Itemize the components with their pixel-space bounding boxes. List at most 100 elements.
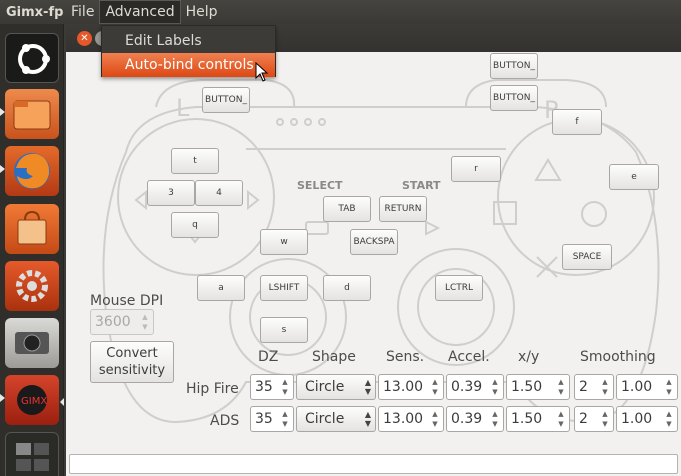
running-indicator bbox=[0, 108, 5, 116]
dz-header: DZ bbox=[258, 349, 279, 365]
running-indicator bbox=[0, 165, 5, 173]
lstick-right-button[interactable]: d bbox=[323, 275, 371, 301]
ads-shape-value: Circle bbox=[305, 411, 345, 427]
ads-label: ADS bbox=[210, 413, 240, 429]
ads-accel-input[interactable]: 0.39 ▲ ▼ bbox=[446, 406, 504, 432]
spin-arrows-icon[interactable]: ▲ ▼ bbox=[279, 409, 291, 429]
spin-arrows-icon[interactable]: ▲ ▼ bbox=[555, 409, 567, 429]
ads-xy-value: 1.50 bbox=[511, 411, 543, 427]
start-button[interactable]: RETURN bbox=[379, 196, 427, 222]
spin-arrows-icon[interactable]: ▲ ▼ bbox=[429, 377, 441, 397]
dpad-down-button[interactable]: q bbox=[171, 212, 219, 238]
ads-dz-input[interactable]: 35 ▲ ▼ bbox=[250, 406, 294, 432]
menu-item-edit-labels[interactable]: Edit Labels bbox=[102, 29, 275, 53]
r1-button[interactable]: BUTTON_ bbox=[490, 85, 538, 111]
spin-arrows-icon[interactable]: ▲ ▼ bbox=[555, 377, 567, 397]
top-menu-bar: Gimx-fp File Advanced Help bbox=[0, 0, 681, 24]
updown-arrows-icon: ▲ ▼ bbox=[364, 410, 371, 428]
ads-accel-value: 0.39 bbox=[451, 411, 483, 427]
spin-arrows-icon[interactable]: ▲ ▼ bbox=[279, 377, 291, 397]
mouse-dpi-label: Mouse DPI bbox=[90, 293, 164, 309]
ads-smoothing-b-value: 1.00 bbox=[621, 411, 653, 427]
hipfire-dz-value: 35 bbox=[255, 379, 273, 395]
firefox-icon[interactable] bbox=[5, 146, 59, 196]
menu-file[interactable]: File bbox=[66, 0, 99, 24]
software-center-icon[interactable] bbox=[5, 204, 59, 254]
lstick-down-button[interactable]: s bbox=[260, 317, 308, 343]
spin-arrows-icon[interactable]: ▲ ▼ bbox=[489, 409, 501, 429]
triangle-button[interactable]: f bbox=[552, 109, 602, 135]
hipfire-smoothing-b-input[interactable]: 1.00 ▲ ▼ bbox=[616, 374, 678, 400]
hipfire-smoothing-a-input[interactable]: 2 ▲ ▼ bbox=[574, 374, 614, 400]
system-settings-icon[interactable] bbox=[5, 261, 59, 311]
spin-arrows-icon[interactable]: ▲ ▼ bbox=[663, 409, 675, 429]
hipfire-dz-input[interactable]: 35 ▲ ▼ bbox=[250, 374, 294, 400]
mouse-dpi-input: 3600 ▲ ▼ bbox=[90, 309, 154, 335]
square-button[interactable]: r bbox=[451, 156, 501, 182]
ads-shape-select[interactable]: Circle ▲ ▼ bbox=[296, 406, 376, 432]
spin-arrows-icon[interactable]: ▲ ▼ bbox=[599, 409, 611, 429]
files-icon[interactable] bbox=[5, 89, 59, 139]
select-label: SELECT bbox=[297, 179, 343, 192]
hipfire-accel-input[interactable]: 0.39 ▲ ▼ bbox=[446, 374, 504, 400]
updown-arrows-icon: ▲ ▼ bbox=[364, 378, 371, 396]
ads-smoothing-a-input[interactable]: 2 ▲ ▼ bbox=[574, 406, 614, 432]
hipfire-smoothing-b-value: 1.00 bbox=[621, 379, 653, 395]
spin-arrows-icon: ▲ ▼ bbox=[142, 313, 148, 331]
advanced-menu-dropdown: Edit Labels Auto-bind controls bbox=[101, 25, 276, 77]
app-title: Gimx-fp bbox=[6, 4, 64, 20]
select-button[interactable]: TAB bbox=[323, 196, 371, 222]
convert-line1: Convert bbox=[106, 346, 158, 361]
launcher: GIMX bbox=[0, 24, 64, 476]
mouse-dpi-value: 3600 bbox=[95, 314, 131, 330]
status-bar bbox=[66, 453, 681, 476]
ps-button[interactable]: BACKSPA bbox=[350, 229, 398, 255]
hipfire-xy-value: 1.50 bbox=[511, 379, 543, 395]
hipfire-shape-select[interactable]: Circle ▲ ▼ bbox=[296, 374, 376, 400]
l-letter: L bbox=[176, 94, 190, 122]
dpad-up-button[interactable]: t bbox=[171, 148, 219, 174]
workspace-switcher-icon[interactable] bbox=[5, 432, 59, 476]
menu-help[interactable]: Help bbox=[181, 0, 223, 24]
lstick-up-button[interactable]: w bbox=[260, 229, 308, 255]
hipfire-shape-value: Circle bbox=[305, 379, 345, 395]
hipfire-xy-input[interactable]: 1.50 ▲ ▼ bbox=[506, 374, 570, 400]
circle-button[interactable]: e bbox=[609, 164, 659, 190]
hipfire-smoothing-a-value: 2 bbox=[579, 379, 588, 395]
gimx-app-icon[interactable]: GIMX bbox=[5, 375, 59, 425]
lstick-center-button[interactable]: LSHIFT bbox=[260, 275, 308, 301]
convert-sensitivity-button[interactable]: Convert sensitivity bbox=[90, 341, 174, 383]
dpad-left-button[interactable]: 3 bbox=[147, 180, 195, 206]
hipfire-sens-input[interactable]: 13.00 ▲ ▼ bbox=[378, 374, 444, 400]
spin-arrows-icon[interactable]: ▲ ▼ bbox=[663, 377, 675, 397]
menu-advanced[interactable]: Advanced bbox=[99, 0, 181, 24]
ads-smoothing-b-input[interactable]: 1.00 ▲ ▼ bbox=[616, 406, 678, 432]
status-field bbox=[69, 454, 678, 474]
spin-arrows-icon[interactable]: ▲ ▼ bbox=[429, 409, 441, 429]
lstick-left-button[interactable]: a bbox=[197, 275, 245, 301]
svg-text:GIMX: GIMX bbox=[21, 396, 47, 407]
ads-xy-input[interactable]: 1.50 ▲ ▼ bbox=[506, 406, 570, 432]
rstick-center-button[interactable]: LCTRL bbox=[435, 275, 483, 301]
camera-icon[interactable] bbox=[5, 318, 59, 368]
ubuntu-home-icon[interactable] bbox=[5, 33, 59, 83]
spin-arrows-icon[interactable]: ▲ ▼ bbox=[599, 377, 611, 397]
r2-button[interactable]: BUTTON_ bbox=[490, 53, 538, 79]
ads-sens-input[interactable]: 13.00 ▲ ▼ bbox=[378, 406, 444, 432]
xy-header: x/y bbox=[518, 349, 540, 365]
ads-dz-value: 35 bbox=[255, 411, 273, 427]
menu-item-auto-bind-controls[interactable]: Auto-bind controls bbox=[102, 53, 275, 77]
dpad-right-button[interactable]: 4 bbox=[195, 180, 243, 206]
hipfire-accel-value: 0.39 bbox=[451, 379, 483, 395]
cross-button[interactable]: SPACE bbox=[562, 244, 612, 270]
shape-header: Shape bbox=[312, 349, 356, 365]
start-label: START bbox=[402, 179, 441, 192]
convert-line2: sensitivity bbox=[98, 363, 166, 378]
main-window: ✕ L R S bbox=[66, 24, 681, 476]
accel-header: Accel. bbox=[448, 349, 490, 365]
mouse-pointer-icon bbox=[255, 62, 269, 82]
spin-arrows-icon[interactable]: ▲ ▼ bbox=[489, 377, 501, 397]
ads-sens-value: 13.00 bbox=[383, 411, 424, 427]
close-window-button[interactable]: ✕ bbox=[77, 31, 92, 46]
l1-button[interactable]: BUTTON_ bbox=[202, 87, 250, 113]
